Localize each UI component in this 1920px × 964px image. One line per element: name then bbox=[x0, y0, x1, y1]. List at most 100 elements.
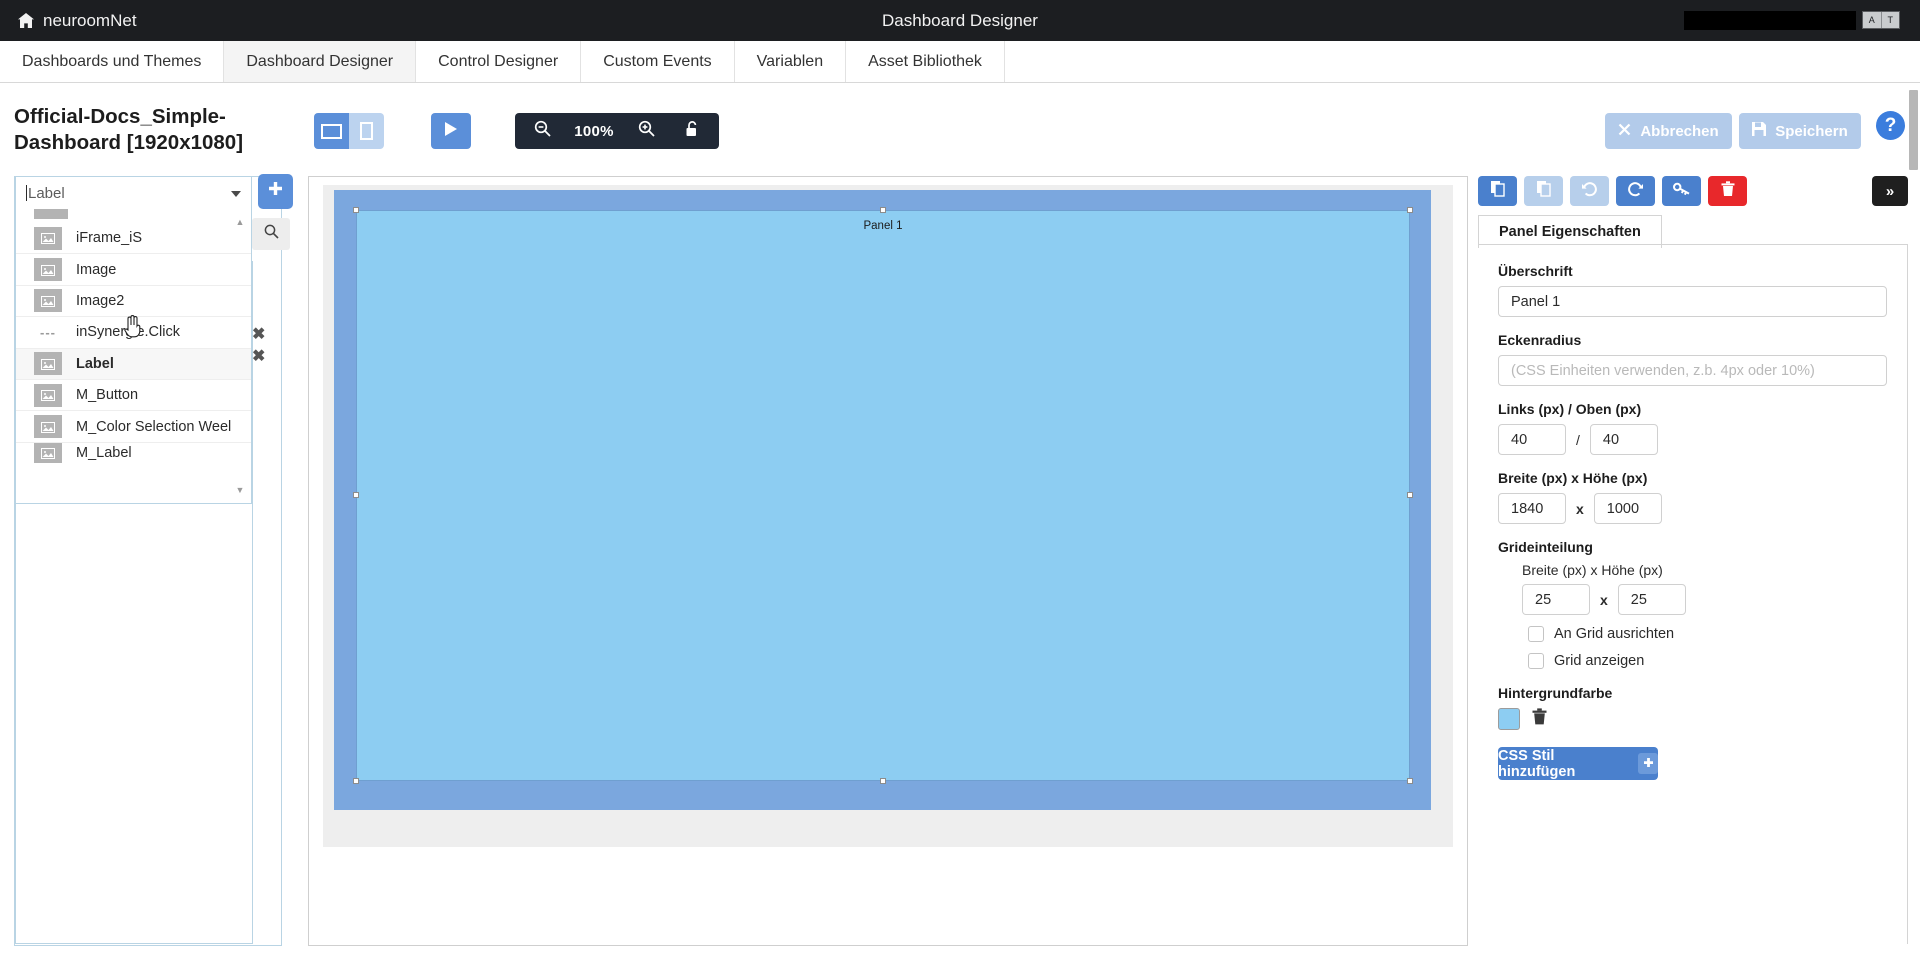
search-icon bbox=[264, 224, 279, 244]
ueberschrift-input[interactable] bbox=[1498, 286, 1887, 317]
design-canvas[interactable]: Panel 1 bbox=[308, 176, 1468, 946]
hoehe-input[interactable] bbox=[1594, 493, 1662, 524]
grid-separator: x bbox=[1600, 592, 1608, 608]
font-icon[interactable]: A bbox=[1863, 12, 1882, 28]
image-thumb-icon bbox=[34, 352, 62, 375]
dropdown-item-label: inSynergie.Click bbox=[76, 324, 180, 340]
window-title: Dashboard Designer bbox=[0, 11, 1920, 31]
links-oben-label: Links (px) / Oben (px) bbox=[1498, 401, 1887, 417]
hintergrundfarbe-label: Hintergrundfarbe bbox=[1498, 685, 1887, 701]
show-grid-row[interactable]: Grid anzeigen bbox=[1528, 653, 1887, 669]
image-thumb-icon bbox=[34, 227, 62, 250]
resize-handle-top-right[interactable] bbox=[1407, 207, 1413, 213]
dropdown-item-image2[interactable]: Image2 bbox=[16, 286, 251, 317]
resize-handle-middle-right[interactable] bbox=[1407, 492, 1413, 498]
chevron-down-icon[interactable] bbox=[231, 191, 241, 197]
resize-handle-bottom-right[interactable] bbox=[1407, 778, 1413, 784]
oben-input[interactable] bbox=[1590, 424, 1658, 455]
ueberschrift-label: Überschrift bbox=[1498, 263, 1887, 279]
breite-input[interactable] bbox=[1498, 493, 1566, 524]
canvas-panel-1[interactable]: Panel 1 bbox=[356, 210, 1410, 781]
zoom-in-icon bbox=[638, 120, 655, 142]
theme-icon[interactable]: T bbox=[1882, 12, 1900, 28]
snap-to-grid-row[interactable]: An Grid ausrichten bbox=[1528, 626, 1887, 642]
add-css-style-button[interactable]: CSS Stil hinzufügen bbox=[1498, 747, 1658, 780]
preview-play-button[interactable] bbox=[431, 113, 471, 149]
canvas-viewport[interactable]: Panel 1 bbox=[323, 185, 1453, 847]
zoom-in-button[interactable] bbox=[623, 114, 669, 148]
nav-tab-dashboard-designer[interactable]: Dashboard Designer bbox=[224, 41, 416, 82]
canvas-lock-button[interactable] bbox=[669, 114, 715, 148]
dropdown-item-m-color-selection-weel[interactable]: M_Color Selection Weel bbox=[16, 411, 251, 442]
dropdown-item-label: Image2 bbox=[76, 293, 124, 309]
canvas-panel-backdrop[interactable]: Panel 1 bbox=[334, 190, 1431, 810]
nav-tab-variablen[interactable]: Variablen bbox=[735, 41, 846, 82]
chevron-down-icon[interactable]: ▼ bbox=[233, 483, 247, 497]
save-icon bbox=[1752, 122, 1766, 140]
play-icon bbox=[444, 121, 458, 142]
list-item[interactable] bbox=[16, 209, 251, 223]
dropdown-item-m-button[interactable]: M_Button bbox=[16, 380, 251, 411]
add-control-button[interactable] bbox=[258, 174, 293, 209]
resize-handle-bottom-center[interactable] bbox=[880, 778, 886, 784]
dropdown-item-label[interactable]: Label bbox=[16, 349, 251, 380]
resize-handle-top-left[interactable] bbox=[353, 207, 359, 213]
resize-handle-bottom-left[interactable] bbox=[353, 778, 359, 784]
dropdown-item-iframe-is[interactable]: iFrame_iS bbox=[16, 223, 251, 254]
tablet-icon[interactable] bbox=[349, 113, 384, 149]
dropdown-item-insynergie-click[interactable]: --- inSynergie.Click bbox=[16, 317, 251, 348]
breite-hoehe-separator: x bbox=[1576, 501, 1584, 517]
grid-hoehe-input[interactable] bbox=[1618, 584, 1686, 615]
grid-sublabel: Breite (px) x Höhe (px) bbox=[1522, 562, 1887, 578]
dropdown-scrollbar-thumb[interactable] bbox=[1909, 90, 1918, 170]
background-color-swatch[interactable] bbox=[1498, 708, 1520, 730]
dropdown-item-image[interactable]: Image bbox=[16, 254, 251, 285]
links-oben-separator: / bbox=[1576, 432, 1580, 448]
paste-button[interactable] bbox=[1524, 176, 1563, 206]
trash-icon bbox=[1721, 181, 1735, 202]
chevron-double-right-icon: » bbox=[1886, 183, 1894, 200]
save-button[interactable]: Speichern bbox=[1739, 113, 1861, 149]
resize-handle-middle-left[interactable] bbox=[353, 492, 359, 498]
key-button[interactable] bbox=[1662, 176, 1701, 206]
remove-icon-2[interactable]: ✖ bbox=[252, 347, 265, 367]
monitor-icon[interactable] bbox=[314, 113, 349, 149]
window-controls[interactable]: A T bbox=[1862, 11, 1900, 29]
control-type-value: Label bbox=[28, 185, 65, 202]
zoom-out-button[interactable] bbox=[519, 114, 565, 148]
links-input[interactable] bbox=[1498, 424, 1566, 455]
show-grid-checkbox[interactable] bbox=[1528, 653, 1544, 669]
snap-to-grid-label: An Grid ausrichten bbox=[1554, 626, 1674, 642]
breite-hoehe-label: Breite (px) x Höhe (px) bbox=[1498, 470, 1887, 486]
help-button[interactable]: ? bbox=[1876, 111, 1905, 140]
dropdown-item-m-label[interactable]: M_Label bbox=[16, 443, 251, 463]
expand-panel-button[interactable]: » bbox=[1872, 176, 1908, 206]
field-hintergrundfarbe: Hintergrundfarbe CSS Stil hinzufügen bbox=[1498, 685, 1887, 780]
dots-icon: --- bbox=[34, 321, 62, 344]
redo-button[interactable] bbox=[1616, 176, 1655, 206]
snap-to-grid-checkbox[interactable] bbox=[1528, 626, 1544, 642]
eckenradius-input[interactable] bbox=[1498, 355, 1887, 386]
eckenradius-label: Eckenradius bbox=[1498, 332, 1887, 348]
grid-breite-input[interactable] bbox=[1522, 584, 1590, 615]
cancel-button[interactable]: Abbrechen bbox=[1605, 113, 1732, 149]
nav-tab-dashboards-themes[interactable]: Dashboards und Themes bbox=[0, 41, 224, 82]
remove-icon-1[interactable]: ✖ bbox=[252, 325, 265, 345]
copy-button[interactable] bbox=[1478, 176, 1517, 206]
panel-properties-form: Überschrift Eckenradius Links (px) / Obe… bbox=[1478, 244, 1908, 944]
nav-tab-asset-bibliothek[interactable]: Asset Bibliothek bbox=[846, 41, 1005, 82]
plus-icon bbox=[267, 181, 284, 203]
brand[interactable]: neuroomNet bbox=[18, 11, 137, 31]
background-clear-button[interactable] bbox=[1532, 708, 1547, 730]
nav-tab-custom-events[interactable]: Custom Events bbox=[581, 41, 734, 82]
unlock-icon bbox=[685, 120, 700, 143]
control-type-select[interactable]: Label bbox=[15, 176, 252, 210]
delete-button[interactable] bbox=[1708, 176, 1747, 206]
undo-button[interactable] bbox=[1570, 176, 1609, 206]
control-type-dropdown[interactable]: ▲ iFrame_iS Image Image2 --- inSynergie.… bbox=[15, 209, 252, 504]
device-orientation-toggle[interactable] bbox=[314, 113, 384, 149]
nav-tab-control-designer[interactable]: Control Designer bbox=[416, 41, 581, 82]
search-button[interactable] bbox=[252, 218, 290, 250]
resize-handle-top-center[interactable] bbox=[880, 207, 886, 213]
remove-icons-group: ✖ ✖ bbox=[252, 325, 265, 367]
